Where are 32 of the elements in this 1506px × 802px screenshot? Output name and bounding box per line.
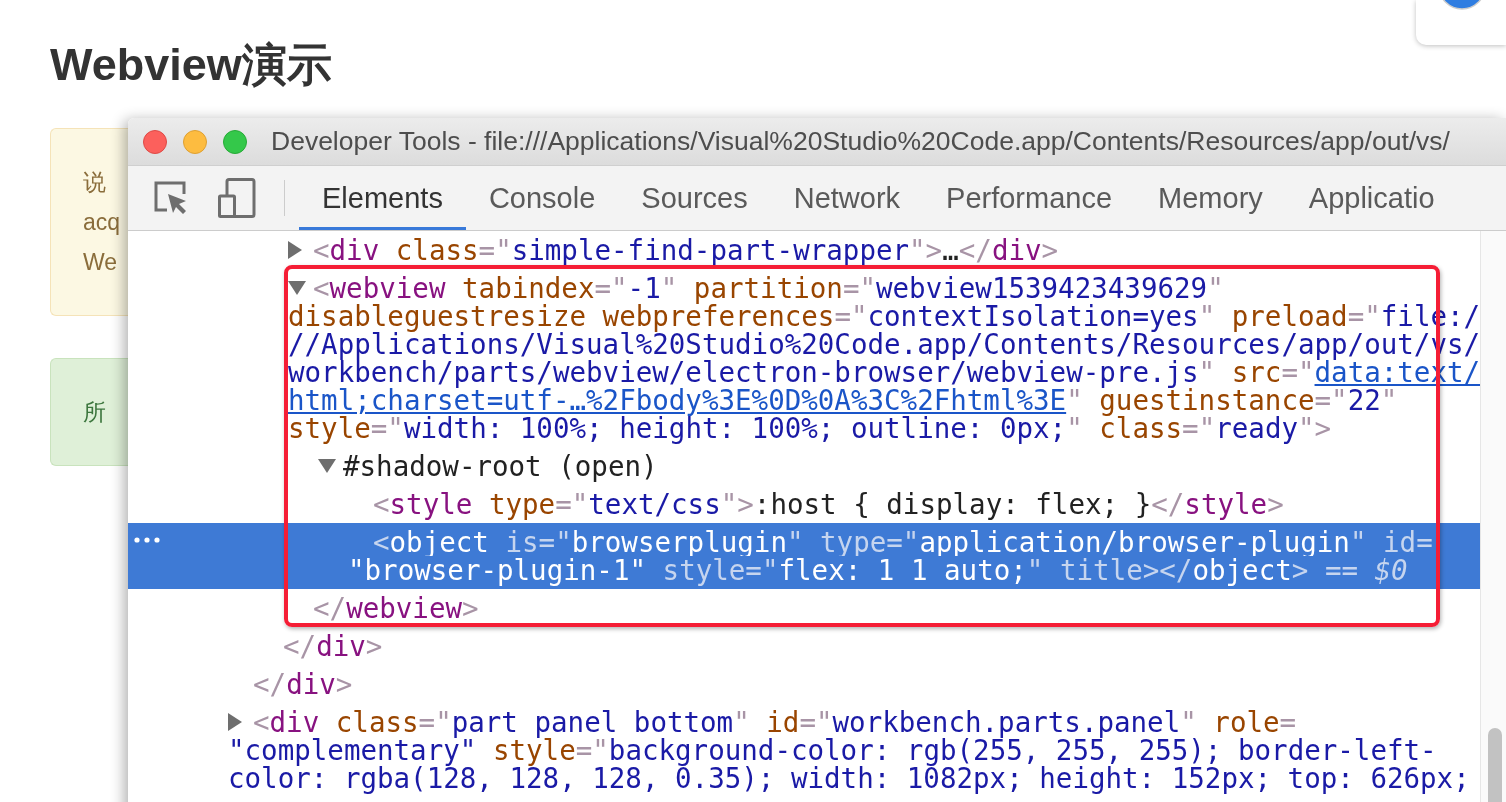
more-icon[interactable] <box>134 536 160 543</box>
tab[interactable]: Performance <box>923 166 1136 230</box>
device-icon[interactable] <box>218 178 256 218</box>
maximize-button[interactable] <box>223 129 247 154</box>
expand-arrow-icon[interactable] <box>318 459 336 473</box>
code-line: </div> <box>283 632 383 660</box>
callout-text: acq <box>83 208 122 237</box>
window-title: Developer Tools - file:///Applications/Visual%20Studio%20Code.app/Contents/Resources/app/out/vs/ <box>271 126 1450 157</box>
tab[interactable]: Sources <box>618 166 771 230</box>
callout-text: We <box>83 248 119 277</box>
tab[interactable]: Memory <box>1135 166 1286 230</box>
tab[interactable]: Applicatio <box>1285 166 1458 230</box>
code-line: </webview> <box>313 594 479 622</box>
selected-row[interactable]: "browser-plugin-1" style="flex: 1 1 auto;" title></object> == $0 <box>128 556 1481 589</box>
code-line: "browser-plugin-1" style="flex: 1 1 auto;" title></object> == $0 <box>348 556 1408 584</box>
code-line: <webview tabindex="-1" partition="webview1539423439629" <box>313 274 1224 302</box>
tab[interactable]: Elements <box>299 166 466 230</box>
expand-arrow-icon[interactable] <box>288 241 302 259</box>
expand-arrow-icon[interactable] <box>228 713 242 731</box>
page-heading: Webview演示 <box>50 40 333 90</box>
code-line: <style type="text/css">:host { display: flex; }</style> <box>373 490 1284 518</box>
code-line: #shadow-root (open) <box>343 452 658 480</box>
callout-text: 说 <box>83 168 107 197</box>
callout-text: 所 <box>83 398 107 427</box>
code-line: </div> <box>253 670 353 698</box>
code-line: <div class="simple-find-part-wrapper">…</div> <box>313 236 1059 264</box>
scrollbar[interactable] <box>1480 231 1506 802</box>
close-button[interactable] <box>143 129 167 154</box>
tab[interactable]: Console <box>465 166 619 230</box>
expand-arrow-icon[interactable] <box>288 281 306 295</box>
inspect-icon[interactable] <box>153 180 189 216</box>
tab[interactable]: Network <box>770 166 924 230</box>
